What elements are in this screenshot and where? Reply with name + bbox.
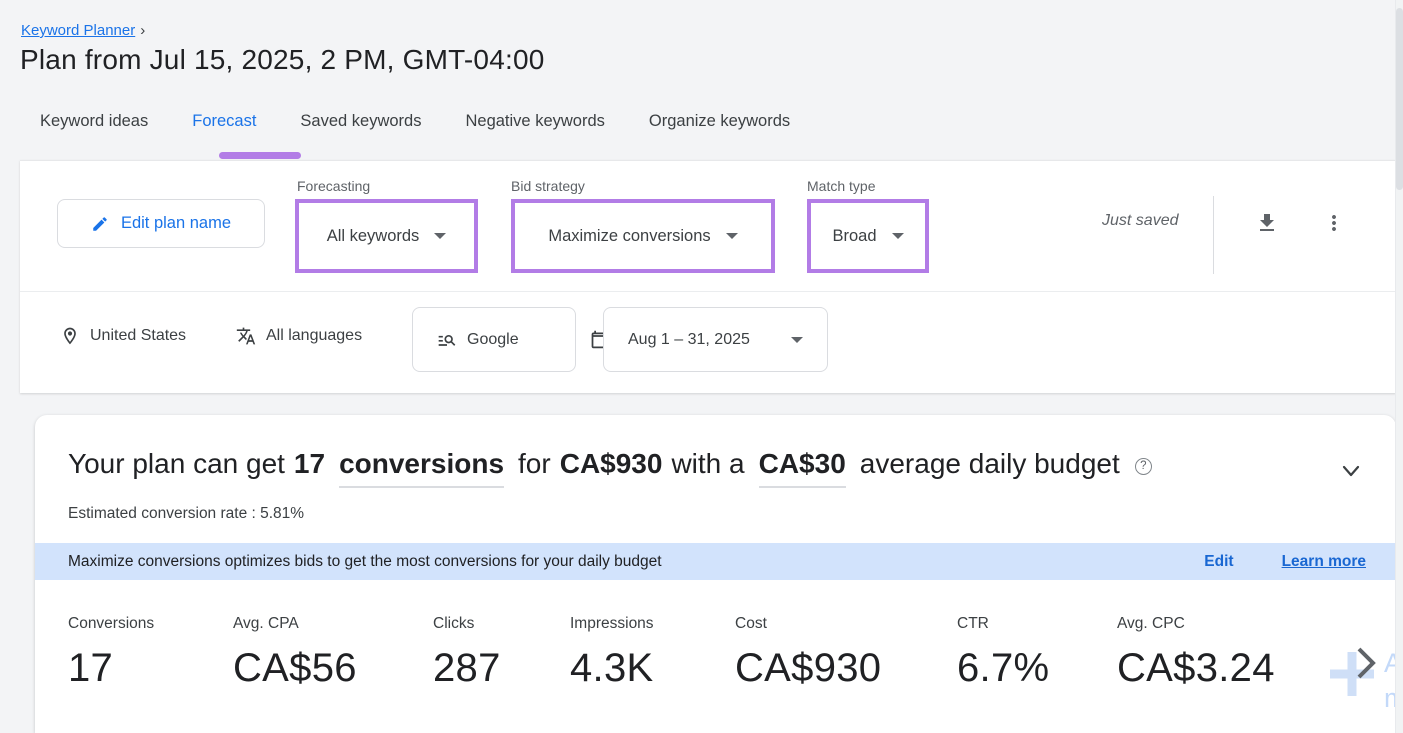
- metric-value: 287: [433, 646, 501, 691]
- breadcrumb-chevron-icon: ›: [140, 22, 145, 39]
- banner-learn-more-link[interactable]: Learn more: [1282, 553, 1366, 571]
- metric-value: CA$930: [735, 646, 881, 691]
- headline-suffix: average daily budget: [860, 448, 1120, 480]
- metric-label: Clicks: [433, 615, 501, 633]
- headline-budget[interactable]: CA$30: [759, 448, 846, 488]
- metric-impressions: Impressions 4.3K: [570, 615, 654, 691]
- language-filter-value: All languages: [266, 327, 362, 345]
- metric-label: Impressions: [570, 615, 654, 633]
- headline-with-a: with a: [671, 448, 744, 480]
- bid-strategy-value: Maximize conversions: [548, 227, 710, 246]
- metric-value: CA$3.24: [1117, 646, 1275, 691]
- bid-strategy-dropdown[interactable]: Maximize conversions: [511, 199, 775, 273]
- search-network-icon: [437, 330, 457, 350]
- network-selector[interactable]: Google: [412, 307, 576, 372]
- network-value: Google: [467, 331, 519, 349]
- translate-icon: [236, 326, 256, 346]
- help-icon[interactable]: ?: [1135, 458, 1152, 475]
- tab-forecast[interactable]: Forecast: [192, 112, 256, 137]
- chevron-down-icon: [434, 233, 446, 239]
- tab-bar: Keyword ideas Forecast Saved keywords Ne…: [40, 112, 790, 137]
- headline-conversions-value: 17: [294, 448, 325, 480]
- metric-label: Avg. CPC: [1117, 615, 1275, 633]
- metric-avg-cpc: Avg. CPC CA$3.24: [1117, 615, 1275, 691]
- metric-clicks: Clicks 287: [433, 615, 501, 691]
- banner-text: Maximize conversions optimizes bids to g…: [68, 553, 662, 571]
- download-button[interactable]: [1252, 208, 1282, 238]
- metric-label: Conversions: [68, 615, 154, 633]
- metric-label: Cost: [735, 615, 881, 633]
- headline-prefix: Your plan can get: [68, 448, 285, 480]
- forecasting-label: Forecasting: [297, 178, 370, 194]
- chevron-down-icon: [726, 233, 738, 239]
- headline-for: for: [518, 448, 551, 480]
- chevron-down-icon: [791, 337, 803, 343]
- banner-edit-link[interactable]: Edit: [1204, 553, 1233, 571]
- bid-strategy-label: Bid strategy: [511, 178, 585, 194]
- date-range-dropdown[interactable]: Aug 1 – 31, 2025: [603, 307, 828, 372]
- save-status-text: Just saved: [1102, 212, 1178, 230]
- headline-conversions-label[interactable]: conversions: [339, 448, 504, 488]
- forecasting-dropdown[interactable]: All keywords: [295, 199, 478, 273]
- tab-keyword-ideas[interactable]: Keyword ideas: [40, 112, 148, 137]
- match-type-label: Match type: [807, 178, 875, 194]
- metric-cost: Cost CA$930: [735, 615, 881, 691]
- metric-value: CA$56: [233, 646, 357, 691]
- location-pin-icon: [60, 326, 80, 346]
- collapse-chevron-icon[interactable]: [1337, 463, 1365, 481]
- page-scrollbar: [1395, 0, 1403, 733]
- date-range-value: Aug 1 – 31, 2025: [628, 331, 750, 349]
- forecast-summary-card: Your plan can get 17 conversions for CA$…: [35, 415, 1396, 733]
- toolbar-divider: [1213, 196, 1214, 274]
- more-options-button[interactable]: [1320, 208, 1348, 238]
- language-filter[interactable]: All languages: [236, 319, 362, 353]
- breadcrumb: Keyword Planner ›: [21, 22, 145, 39]
- metric-value: 17: [68, 646, 154, 691]
- metric-label: Avg. CPA: [233, 615, 357, 633]
- chevron-down-icon: [892, 233, 904, 239]
- match-type-dropdown[interactable]: Broad: [807, 199, 929, 273]
- metric-conversions: Conversions 17: [68, 615, 154, 691]
- edit-plan-name-label: Edit plan name: [121, 214, 231, 233]
- breadcrumb-link-keyword-planner[interactable]: Keyword Planner: [21, 22, 135, 39]
- headline-cost: CA$930: [560, 448, 663, 480]
- pencil-icon: [91, 215, 109, 233]
- scrollbar-thumb[interactable]: [1396, 8, 1403, 190]
- download-icon: [1255, 211, 1279, 235]
- tab-saved-keywords[interactable]: Saved keywords: [300, 112, 421, 137]
- scroll-right-chevron-icon[interactable]: [1353, 645, 1379, 681]
- page-title: Plan from Jul 15, 2025, 2 PM, GMT-04:00: [20, 44, 545, 76]
- more-vert-icon: [1322, 211, 1346, 235]
- edit-plan-name-button[interactable]: Edit plan name: [57, 199, 265, 248]
- metric-value: 6.7%: [957, 646, 1049, 691]
- location-filter[interactable]: United States: [60, 319, 186, 353]
- tab-negative-keywords[interactable]: Negative keywords: [465, 112, 604, 137]
- tab-organize-keywords[interactable]: Organize keywords: [649, 112, 790, 137]
- active-tab-indicator: [219, 152, 301, 159]
- bid-strategy-banner: Maximize conversions optimizes bids to g…: [35, 543, 1396, 580]
- panel-divider: [20, 291, 1396, 292]
- conversion-rate-text: Estimated conversion rate : 5.81%: [68, 505, 304, 523]
- forecasting-value: All keywords: [327, 227, 420, 246]
- metric-avg-cpa: Avg. CPA CA$56: [233, 615, 357, 691]
- location-filter-value: United States: [90, 327, 186, 345]
- forecast-headline: Your plan can get 17 conversions for CA$…: [68, 448, 1152, 488]
- metric-label: CTR: [957, 615, 1049, 633]
- metric-value: 4.3K: [570, 646, 654, 691]
- metric-ctr: CTR 6.7%: [957, 615, 1049, 691]
- match-type-value: Broad: [832, 227, 876, 246]
- toolbar-panel: Edit plan name Forecasting All keywords …: [20, 160, 1396, 393]
